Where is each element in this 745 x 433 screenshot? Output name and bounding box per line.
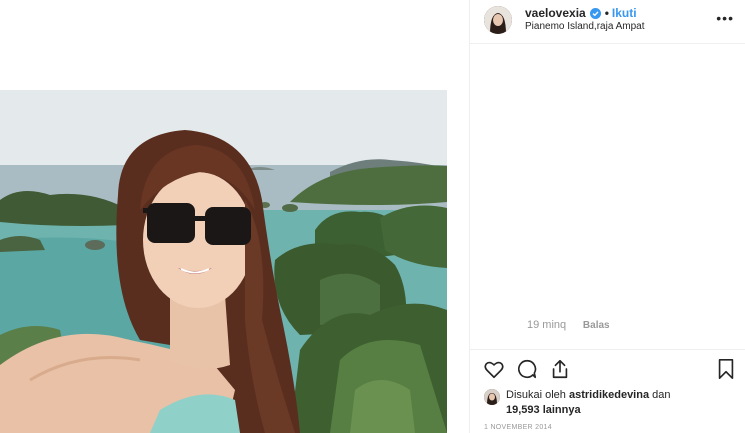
likes-text: Disukai oleh astridikedevina dan 19,593 … — [506, 388, 696, 418]
location-link[interactable]: Pianemo Island,raja Ampat — [525, 21, 645, 32]
comment-meta: 19 minq Balas — [527, 319, 610, 331]
post-actions: Disukai oleh astridikedevina dan 19,593 … — [470, 349, 745, 433]
separator-dot: • — [604, 6, 609, 20]
likes-prefix: Disukai oleh — [506, 389, 569, 401]
post-photo-image — [0, 90, 447, 433]
liker-username[interactable]: astridikedevina — [569, 389, 649, 401]
heart-icon[interactable] — [483, 358, 505, 380]
verified-badge-icon — [589, 7, 601, 19]
comment-time[interactable]: 19 minq — [527, 319, 566, 331]
share-icon[interactable] — [549, 358, 571, 380]
bookmark-icon[interactable] — [715, 358, 737, 380]
post-side-panel: vaelovexia • Ikuti Pianemo Island,raja A… — [469, 0, 745, 433]
likes-summary: Disukai oleh astridikedevina dan 19,593 … — [484, 388, 696, 418]
post-header: vaelovexia • Ikuti Pianemo Island,raja A… — [470, 0, 745, 44]
liker-avatar[interactable] — [484, 389, 500, 405]
avatar[interactable] — [484, 6, 512, 34]
post-date[interactable]: 1 NOVEMBER 2014 — [484, 424, 552, 431]
media-column — [0, 0, 469, 433]
likes-count[interactable]: 19,593 lainnya — [506, 404, 581, 416]
header-user-line: vaelovexia • Ikuti — [525, 6, 637, 20]
follow-button[interactable]: Ikuti — [612, 6, 637, 20]
username-link[interactable]: vaelovexia — [525, 6, 586, 20]
post-photo[interactable] — [0, 90, 447, 433]
more-options-icon[interactable]: ••• — [716, 10, 734, 26]
likes-conjunction: dan — [649, 389, 671, 401]
reply-button[interactable]: Balas — [583, 320, 610, 331]
comment-bubble-icon[interactable] — [516, 358, 538, 380]
avatar-image — [484, 6, 512, 34]
